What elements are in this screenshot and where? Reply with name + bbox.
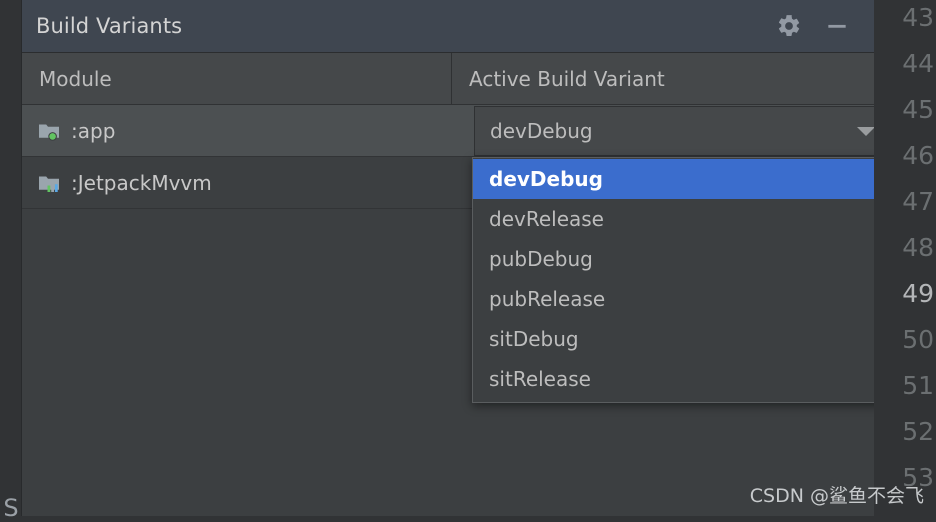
android-library-module-icon — [39, 176, 59, 192]
line-number[interactable]: 47 — [876, 187, 934, 216]
build-variant-dropdown[interactable]: devDebug devRelease pubDebug pubRelease … — [472, 157, 896, 403]
line-number-current[interactable]: 49 — [876, 279, 934, 308]
line-number[interactable]: 50 — [876, 325, 934, 354]
column-header-active-build-variant[interactable]: Active Build Variant — [452, 53, 874, 104]
line-number[interactable]: 51 — [876, 371, 934, 400]
panel-titlebar: Build Variants — [22, 0, 874, 53]
module-name: :app — [71, 118, 116, 143]
titlebar-actions — [776, 13, 850, 39]
minimize-icon[interactable] — [824, 13, 850, 39]
dropdown-option-pubrelease[interactable]: pubRelease — [473, 279, 895, 319]
watermark: CSDN @鲨鱼不会飞 — [749, 485, 924, 507]
editor-line-number-gutter: 43 44 45 46 47 48 49 50 51 52 53 — [874, 0, 936, 516]
dropdown-option-sitrelease[interactable]: sitRelease — [473, 359, 895, 399]
dropdown-option-sitdebug[interactable]: sitDebug — [473, 319, 895, 359]
line-number[interactable]: 52 — [876, 417, 934, 446]
build-variants-panel: Build Variants Module Active Build Varia… — [22, 0, 896, 516]
editor-left-strip: S — [0, 0, 22, 522]
active-build-variant-combobox[interactable]: devDebug — [474, 106, 896, 156]
build-variants-screen: S Build Variants Module Active Build Var… — [0, 0, 936, 522]
cell-module[interactable]: :JetpackMvvm — [22, 157, 452, 208]
gear-icon[interactable] — [776, 13, 802, 39]
line-number[interactable]: 45 — [876, 95, 934, 124]
line-number[interactable]: 43 — [876, 3, 934, 32]
dropdown-option-devdebug[interactable]: devDebug — [473, 159, 895, 199]
line-number[interactable]: 46 — [876, 141, 934, 170]
column-header-module[interactable]: Module — [22, 53, 452, 104]
line-number[interactable]: 44 — [876, 49, 934, 78]
table-header: Module Active Build Variant — [22, 53, 874, 105]
dropdown-option-pubdebug[interactable]: pubDebug — [473, 239, 895, 279]
left-strip-label: S — [3, 494, 19, 522]
page-title: Build Variants — [36, 14, 183, 38]
cell-module[interactable]: :app — [22, 105, 452, 156]
module-name: :JetpackMvvm — [71, 170, 212, 195]
dropdown-option-devrelease[interactable]: devRelease — [473, 199, 895, 239]
android-app-module-icon — [39, 124, 59, 141]
chevron-down-icon[interactable] — [857, 126, 875, 136]
line-number[interactable]: 48 — [876, 233, 934, 262]
combobox-value: devDebug — [490, 119, 593, 143]
